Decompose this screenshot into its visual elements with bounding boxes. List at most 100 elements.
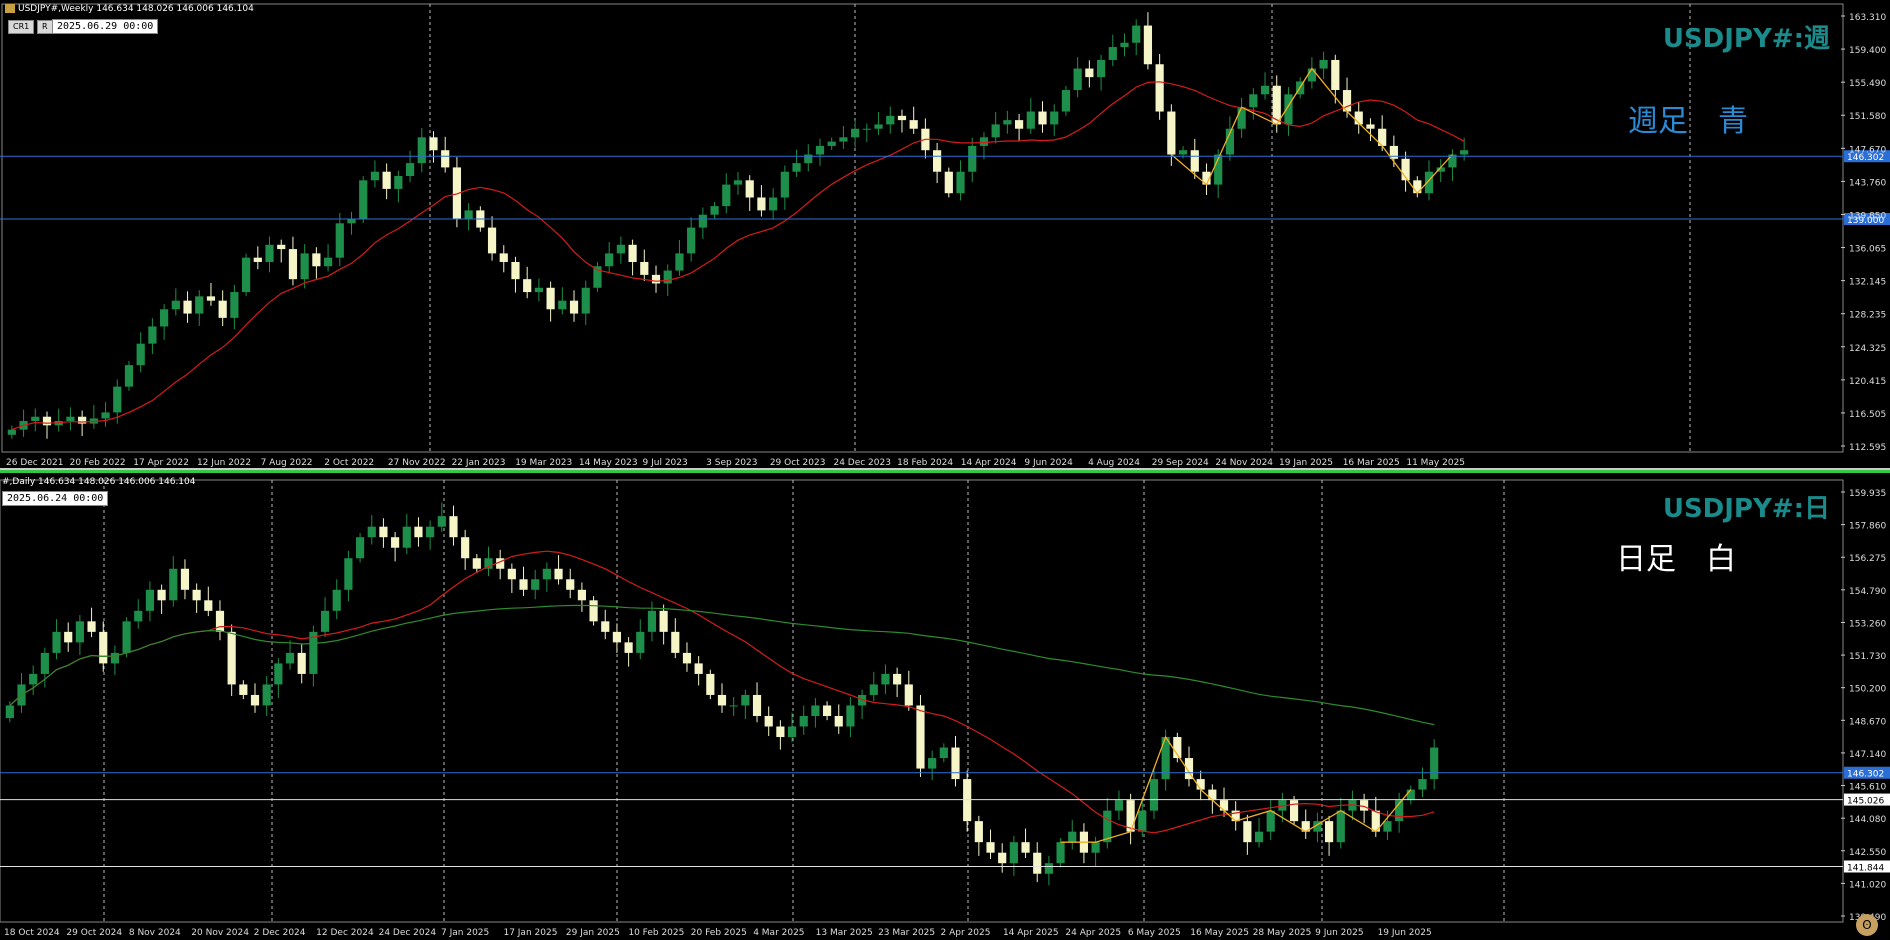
bull-candle [1026, 111, 1035, 129]
bear-candle [227, 631, 236, 685]
bull-candle [542, 568, 551, 580]
bull-candle [160, 309, 169, 327]
bull-candle [145, 589, 155, 611]
weekly-time-box: 2025.06.29 00:00 [52, 19, 159, 34]
x-tick-label: 28 May 2025 [1253, 928, 1312, 938]
bear-candle [974, 821, 983, 843]
bear-candle [764, 715, 773, 727]
bear-candle [42, 416, 52, 426]
x-tick-label: 11 May 2025 [1406, 458, 1465, 468]
bull-candle [710, 206, 719, 215]
bear-candle [745, 180, 754, 198]
x-tick-label: 16 Mar 2025 [1343, 458, 1400, 468]
bull-candle [886, 115, 895, 125]
bear-candle [776, 726, 785, 738]
bear-candle [1038, 111, 1047, 125]
y-tick-label: 144.080 [1849, 815, 1886, 825]
bull-candle [741, 694, 750, 706]
daily-chart-canvas[interactable]: 146.302 145.026 141.844 159.935 157.860 156.2… [0, 470, 1890, 940]
bull-candle [1336, 810, 1345, 843]
bull-candle [799, 715, 808, 727]
bull-candle [991, 124, 1000, 138]
bull-candle [265, 244, 274, 262]
bull-candle [320, 610, 330, 632]
y-tick-label: 155.490 [1849, 79, 1886, 89]
bull-candle [262, 684, 271, 706]
y-tick-label: 151.730 [1849, 652, 1886, 662]
bear-candle [250, 694, 260, 706]
bull-candle [1073, 68, 1082, 91]
bull-candle [1091, 842, 1100, 853]
bear-candle [916, 705, 925, 769]
bull-candle [230, 292, 239, 318]
x-tick-label: 18 Oct 2024 [4, 928, 60, 938]
weekly-chart-canvas[interactable]: 146.302139.000163.310159.400155.490151.5… [0, 0, 1890, 468]
bear-candle [523, 279, 532, 293]
bear-candle [1219, 800, 1229, 811]
x-tick-label: 19 Jun 2025 [1378, 928, 1432, 938]
bull-candle [1149, 779, 1159, 811]
bull-candle [1319, 59, 1328, 69]
bear-candle [487, 227, 497, 254]
bear-candle [554, 568, 563, 580]
x-tick-label: 9 Jun 2024 [1024, 458, 1073, 468]
bear-candle [1033, 852, 1042, 874]
bear-candle [64, 631, 73, 643]
bear-candle [1289, 800, 1299, 822]
bull-candle [113, 386, 122, 413]
bear-candle [192, 589, 201, 601]
bull-candle [300, 253, 309, 280]
weekly-symbol-header: USDJPY#,Weekly 146.634 148.026 146.006 1… [18, 4, 254, 14]
bull-candle [122, 621, 131, 653]
bear-candle [391, 537, 400, 548]
bear-candle [297, 652, 306, 674]
y-tick-label: 150.200 [1849, 685, 1886, 695]
bull-candle [862, 128, 871, 130]
y-tick-label: 128.235 [1849, 311, 1886, 321]
bear-candle [1208, 789, 1217, 801]
bull-candle [402, 526, 411, 548]
bear-candle [589, 600, 598, 622]
bear-candle [822, 705, 832, 716]
bear-candle [682, 652, 692, 664]
bull-candle [171, 300, 180, 310]
bull-candle [405, 163, 415, 177]
daily-chart-pane[interactable]: 146.302 145.026 141.844 159.935 157.860 156.2… [0, 470, 1890, 940]
y-tick-label: 147.670 [1849, 145, 1886, 155]
bear-candle [998, 852, 1007, 864]
bear-candle [239, 684, 248, 695]
r-button[interactable]: R [37, 20, 53, 34]
bear-candle [277, 244, 286, 250]
bull-candle [370, 171, 380, 181]
bull-candle [956, 171, 965, 194]
y-tick-label: 143.760 [1849, 178, 1886, 188]
bull-candle [359, 180, 368, 219]
bear-candle [569, 300, 579, 314]
x-tick-label: 29 Oct 2023 [770, 458, 826, 468]
daily-time-box: 2025.06.24 00:00 [2, 491, 109, 506]
x-tick-label: 29 Sep 2024 [1152, 458, 1209, 468]
bull-candle [134, 610, 143, 622]
bull-candle [1120, 42, 1129, 48]
bull-candle [663, 270, 672, 284]
y-tick-label: 136.065 [1849, 245, 1886, 255]
price-label: 145.026 [1847, 797, 1884, 807]
y-tick-label: 147.140 [1849, 750, 1886, 760]
y-tick-label: 132.145 [1849, 278, 1886, 288]
x-tick-label: 6 May 2025 [1128, 928, 1181, 938]
bull-candle [881, 673, 890, 685]
bear-candle [511, 261, 520, 280]
bear-candle [472, 558, 481, 569]
x-tick-label: 4 Aug 2024 [1088, 458, 1140, 468]
bull-candle [417, 137, 426, 164]
bear-candle [834, 715, 843, 727]
weekly-chart-pane[interactable]: 146.302 139.000 163.310 159.400 155.490 151.5… [0, 0, 1890, 468]
bear-candle [904, 684, 913, 706]
daily-note: 日足 白 [1616, 542, 1736, 577]
bear-candle [628, 244, 637, 262]
bull-candle [839, 137, 848, 142]
bull-candle [241, 257, 251, 293]
cr1-button[interactable]: CR1 [8, 20, 35, 34]
bull-candle [1418, 779, 1427, 790]
bear-candle [206, 296, 216, 301]
